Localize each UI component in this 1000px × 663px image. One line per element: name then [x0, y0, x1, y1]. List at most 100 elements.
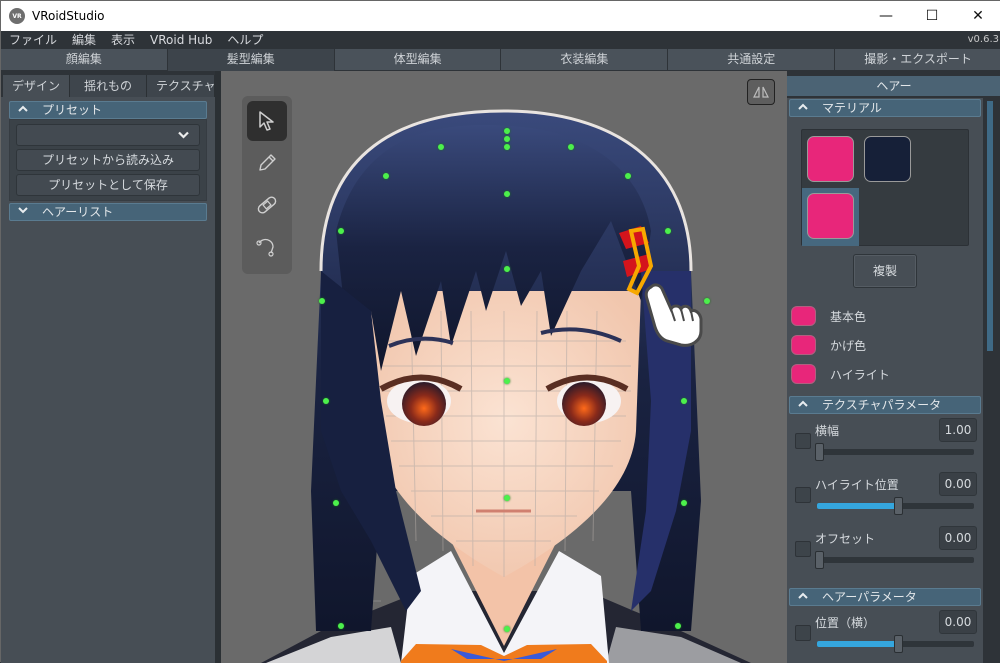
maximize-button[interactable]: ☐ — [909, 1, 955, 31]
param-position-horizontal-value[interactable]: 0.00 — [939, 610, 977, 634]
base-color-row[interactable]: 基本色 — [791, 304, 866, 328]
param-offset-checkbox[interactable] — [795, 541, 811, 557]
param-highlight-position-value[interactable]: 0.00 — [939, 472, 977, 496]
param-width-value[interactable]: 1.00 — [939, 418, 977, 442]
material-swatch[interactable] — [807, 136, 854, 182]
control-point[interactable] — [383, 173, 389, 179]
menu-vroid-hub[interactable]: VRoid Hub — [142, 31, 219, 49]
3d-viewport[interactable] — [221, 71, 787, 663]
control-point[interactable] — [504, 136, 510, 142]
tab-sway[interactable]: 揺れもの — [70, 75, 148, 97]
control-point[interactable] — [323, 398, 329, 404]
version-label: v0.6.3 — [967, 34, 999, 45]
curve-tool-button[interactable] — [247, 227, 287, 267]
tab-face-edit[interactable]: 顔編集 — [1, 49, 167, 70]
preset-section-header[interactable]: プリセット — [9, 101, 207, 119]
highlight-color-swatch[interactable] — [791, 364, 816, 384]
param-highlight-position-slider[interactable] — [817, 497, 974, 515]
base-color-swatch[interactable] — [791, 306, 816, 326]
control-point[interactable] — [338, 623, 344, 629]
mirror-icon — [753, 86, 769, 98]
save-preset-button[interactable]: プリセットとして保存 — [16, 174, 200, 196]
tab-body-edit[interactable]: 体型編集 — [334, 49, 501, 70]
control-point[interactable] — [681, 398, 687, 404]
control-point[interactable] — [681, 500, 687, 506]
param-position-horizontal-slider[interactable] — [817, 635, 974, 653]
hair-list-section-title: ヘアーリスト — [42, 205, 114, 219]
slider-thumb[interactable] — [815, 443, 824, 461]
control-point[interactable] — [504, 495, 510, 501]
control-point[interactable] — [504, 191, 510, 197]
param-offset-slider[interactable] — [815, 551, 974, 569]
param-offset-value[interactable]: 0.00 — [939, 526, 977, 550]
material-swatch[interactable] — [864, 136, 911, 182]
eraser-tool-button[interactable] — [247, 185, 287, 225]
tab-outfit-edit[interactable]: 衣装編集 — [501, 49, 668, 70]
material-swatch-selected[interactable] — [807, 193, 854, 239]
chevron-down-icon — [178, 129, 189, 142]
shade-color-row[interactable]: かげ色 — [791, 333, 866, 357]
right-panel-scrollbar[interactable] — [987, 101, 993, 351]
left-panel-tabs: デザイン 揺れもの テクスチャ — [1, 71, 215, 97]
preset-dropdown[interactable] — [16, 124, 200, 146]
material-section-header[interactable]: マテリアル — [789, 99, 981, 117]
load-preset-button[interactable]: プリセットから読み込み — [16, 149, 200, 171]
pencil-icon — [259, 154, 276, 171]
menu-help[interactable]: ヘルプ — [219, 31, 270, 49]
select-tool-button[interactable] — [247, 101, 287, 141]
tab-texture[interactable]: テクスチャ — [147, 75, 215, 97]
param-width-slider[interactable] — [815, 443, 974, 461]
window-controls: — ☐ ✕ — [863, 1, 1000, 31]
param-position-horizontal-checkbox[interactable] — [795, 625, 811, 641]
control-point[interactable] — [438, 144, 444, 150]
control-point[interactable] — [504, 128, 510, 134]
texture-params-section-header[interactable]: テクスチャパラメータ — [789, 396, 981, 414]
menu-view[interactable]: 表示 — [103, 31, 142, 49]
param-highlight-position-checkbox[interactable] — [795, 487, 811, 503]
mirror-toggle-button[interactable] — [747, 79, 775, 105]
param-position-horizontal: 位置（横） 0.00 — [787, 608, 983, 658]
slider-thumb[interactable] — [815, 551, 824, 569]
curve-icon — [256, 238, 274, 257]
control-point[interactable] — [504, 144, 510, 150]
close-button[interactable]: ✕ — [955, 1, 1000, 31]
chevron-up-icon — [798, 589, 808, 605]
left-panel: デザイン 揺れもの テクスチャ プリセット プリセットから読み込み プリセットと… — [1, 71, 221, 663]
right-panel-content: マテリアル 複製 基本色 かげ色 ハイライト テクスチャパラメータ 横幅 1.0… — [787, 98, 983, 663]
tab-photo-export[interactable]: 撮影・エクスポート — [835, 49, 1000, 70]
tab-hair-edit[interactable]: 髪型編集 — [167, 49, 334, 71]
hair-list-section-header[interactable]: ヘアーリスト — [9, 203, 207, 221]
control-point[interactable] — [665, 228, 671, 234]
control-point[interactable] — [675, 623, 681, 629]
param-width-checkbox[interactable] — [795, 433, 811, 449]
preset-section-title: プリセット — [42, 103, 103, 117]
tab-design[interactable]: デザイン — [3, 75, 71, 97]
menu-file[interactable]: ファイル — [1, 31, 64, 49]
control-point[interactable] — [319, 298, 325, 304]
slider-fill — [817, 641, 896, 647]
chevron-up-icon — [798, 100, 808, 116]
menu-edit[interactable]: 編集 — [64, 31, 103, 49]
minimize-button[interactable]: — — [863, 1, 909, 31]
right-panel: ヘアー マテリアル 複製 基本色 かげ色 ハイライト テクスチャパラメータ 横幅… — [787, 71, 1000, 663]
slider-thumb[interactable] — [893, 497, 903, 515]
highlight-color-row[interactable]: ハイライト — [791, 362, 890, 386]
control-point[interactable] — [504, 266, 510, 272]
tool-palette — [242, 96, 292, 274]
preset-section-body: プリセットから読み込み プリセットとして保存 — [9, 119, 207, 201]
control-point[interactable] — [333, 500, 339, 506]
control-point[interactable] — [568, 144, 574, 150]
shade-color-swatch[interactable] — [791, 335, 816, 355]
duplicate-material-button[interactable]: 複製 — [853, 254, 917, 288]
slider-thumb[interactable] — [893, 635, 903, 653]
control-point[interactable] — [625, 173, 631, 179]
param-offset-label: オフセット — [815, 532, 876, 546]
shade-color-label: かげ色 — [830, 338, 867, 353]
control-point[interactable] — [504, 626, 510, 632]
pen-tool-button[interactable] — [247, 143, 287, 183]
control-point[interactable] — [338, 228, 344, 234]
hair-params-section-header[interactable]: ヘアーパラメータ — [789, 588, 981, 606]
control-point[interactable] — [504, 378, 510, 384]
app-logo-icon: VR — [9, 8, 25, 24]
tab-common-settings[interactable]: 共通設定 — [668, 49, 835, 70]
